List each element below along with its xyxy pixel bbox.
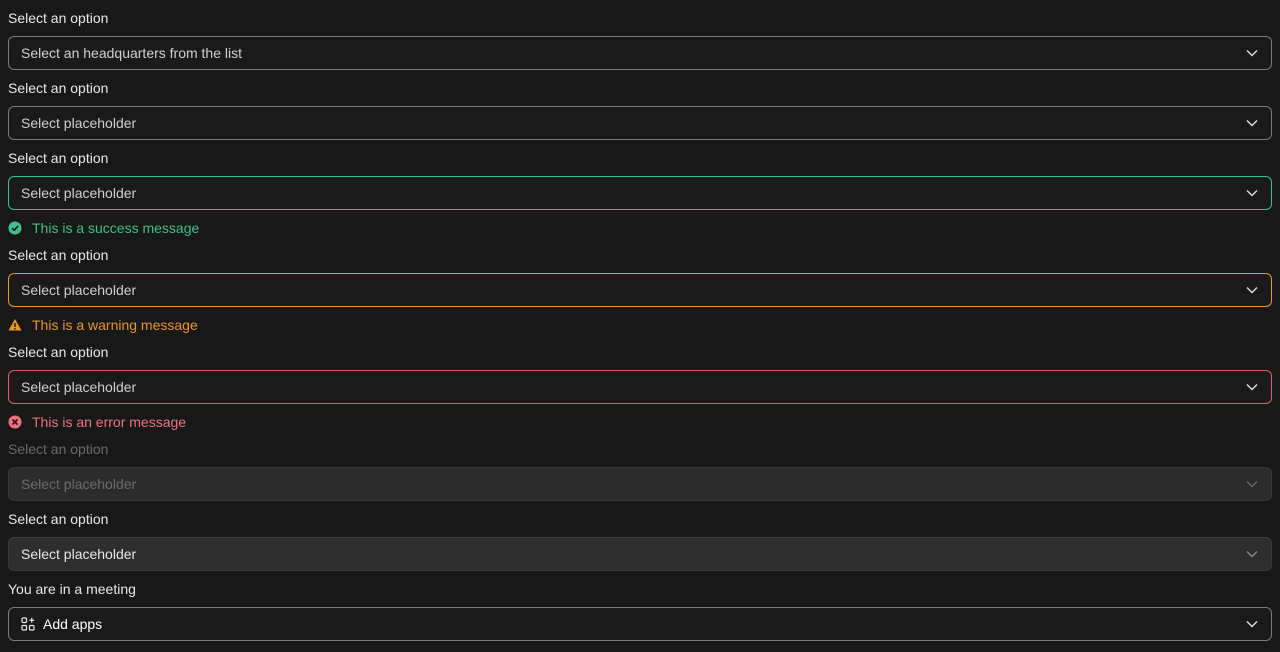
select-value: Add apps	[43, 616, 103, 632]
chevron-down-icon	[1245, 46, 1259, 60]
error-message: This is an error message	[8, 413, 1272, 431]
chevron-down-icon	[1245, 477, 1259, 491]
select-value: Select placeholder	[21, 115, 137, 131]
warning-select[interactable]: Select placeholder	[8, 273, 1272, 307]
field-label: Select an option	[8, 511, 109, 527]
select-value: Select placeholder	[21, 379, 137, 395]
select-value: Select placeholder	[21, 546, 137, 562]
disabled-select: Select placeholder	[8, 467, 1272, 501]
message-text: This is a success message	[32, 220, 200, 236]
field-label: Select an option	[8, 441, 109, 457]
message-text: This is a warning message	[32, 317, 198, 333]
select-value: Select placeholder	[21, 282, 137, 298]
chevron-down-icon	[1245, 116, 1259, 130]
error-select[interactable]: Select placeholder	[8, 370, 1272, 404]
chevron-down-icon	[1245, 283, 1259, 297]
field-label: You are in a meeting	[8, 581, 136, 597]
chevron-down-icon	[1245, 547, 1259, 561]
warning-message: This is a warning message	[8, 316, 1272, 334]
add-apps-icon	[21, 617, 35, 631]
default-select[interactable]: Select placeholder	[8, 106, 1272, 140]
chevron-down-icon	[1245, 186, 1259, 200]
select-value: Select placeholder	[21, 185, 137, 201]
field-label: Select an option	[8, 150, 109, 166]
field-label: Select an option	[8, 80, 109, 96]
filled-select[interactable]: Select placeholder	[8, 537, 1272, 571]
field-label: Select an option	[8, 247, 109, 263]
message-text: This is an error message	[32, 414, 187, 430]
success-select[interactable]: Select placeholder	[8, 176, 1272, 210]
headquarters-select[interactable]: Select an headquarters from the list	[8, 36, 1272, 70]
success-message: This is a success message	[8, 219, 1272, 237]
chevron-down-icon	[1245, 617, 1259, 631]
field-label: Select an option	[8, 10, 109, 26]
select-showcase: Select an option Select an headquarters …	[0, 9, 1280, 641]
warning-triangle-icon	[8, 318, 22, 332]
select-value: Select placeholder	[21, 476, 137, 492]
field-label: Select an option	[8, 344, 109, 360]
add-apps-select[interactable]: Add apps	[8, 607, 1272, 641]
x-circle-icon	[8, 415, 22, 429]
select-value: Select an headquarters from the list	[21, 45, 243, 61]
check-circle-icon	[8, 221, 22, 235]
chevron-down-icon	[1245, 380, 1259, 394]
